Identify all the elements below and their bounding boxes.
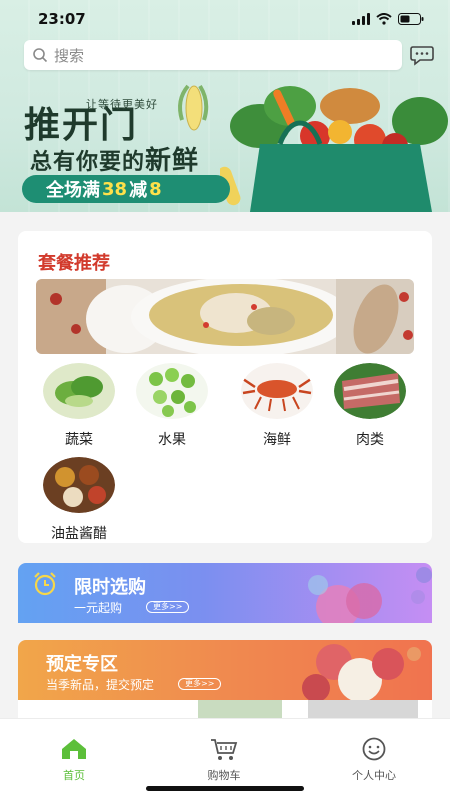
signal-icon xyxy=(352,13,370,25)
home-icon xyxy=(62,739,86,759)
category-label: 水果 xyxy=(158,432,186,448)
status-time: 23:07 xyxy=(38,10,86,28)
battery-icon xyxy=(398,13,424,25)
category-label: 蔬菜 xyxy=(65,432,93,448)
category-label: 海鲜 xyxy=(263,432,291,448)
preorder-more-button[interactable]: 更多>> xyxy=(178,678,222,690)
flash-sale-title: 限时选购 xyxy=(74,577,146,598)
category-seafood[interactable]: 海鲜 xyxy=(232,363,322,449)
preorder-subtitle: 当季新品，提交预定 xyxy=(46,678,155,692)
promo-threshold: 38 xyxy=(102,178,128,200)
combo-card: 套餐推荐 蔬菜 水果 海鲜 肉类 油盐酱醋 xyxy=(18,231,432,543)
alarm-clock-icon xyxy=(34,572,56,596)
search-input[interactable]: 搜索 xyxy=(54,45,84,66)
tab-home-label: 首页 xyxy=(63,769,85,782)
promo-mid: 减 xyxy=(129,180,148,201)
category-label: 油盐酱醋 xyxy=(51,526,107,542)
preorder-title: 预定专区 xyxy=(46,654,118,675)
status-icons xyxy=(352,13,424,25)
preorder-card[interactable]: 预定专区 当季新品，提交预定 更多>> xyxy=(18,640,432,700)
promo-prefix: 全场满 xyxy=(46,180,100,201)
home-indicator xyxy=(146,786,304,791)
wifi-icon xyxy=(376,13,392,25)
category-vegetable[interactable]: 蔬菜 xyxy=(34,363,124,449)
meat-image xyxy=(334,363,406,419)
corn-illustration xyxy=(178,84,209,131)
tab-cart-label: 购物车 xyxy=(207,769,241,782)
tab-home[interactable]: 首页 xyxy=(24,737,124,783)
hero-slogan-part2: 新鲜 xyxy=(145,146,200,176)
hero-slogan-line2: 总有你要的新鲜 xyxy=(30,140,199,177)
promo-discount: 8 xyxy=(149,178,162,200)
hero-slogan-part1: 总有你要的 xyxy=(30,150,146,175)
fruit-image xyxy=(136,363,208,419)
combo-banner-image[interactable] xyxy=(36,279,414,354)
message-icon[interactable] xyxy=(410,44,434,66)
category-meat[interactable]: 肉类 xyxy=(325,363,415,449)
lychee-decoration xyxy=(308,567,432,623)
flash-sale-card[interactable]: 限时选购 一元起购 更多>> xyxy=(18,563,432,623)
lychee-decoration xyxy=(302,644,421,700)
vegetable-image xyxy=(43,363,115,419)
seafood-image xyxy=(241,363,313,419)
status-bar: 23:07 xyxy=(0,0,450,38)
vegetables-illustration xyxy=(220,86,448,212)
promo-pill[interactable]: 全场满 38 减 8 xyxy=(22,175,230,203)
smiley-icon xyxy=(362,737,386,761)
cart-icon xyxy=(211,739,238,760)
thumb-left xyxy=(198,700,282,718)
tab-profile[interactable]: 个人中心 xyxy=(324,737,424,783)
category-fruit[interactable]: 水果 xyxy=(127,363,217,449)
flash-sale-more-button[interactable]: 更多>> xyxy=(146,601,190,613)
search-icon xyxy=(33,48,48,63)
content-continuation xyxy=(18,700,432,718)
hero-slogan-small: 让等待更美好 xyxy=(86,98,158,111)
flash-sale-subtitle: 一元起购 xyxy=(74,601,123,615)
thumb-right xyxy=(308,700,418,718)
category-condiment[interactable]: 油盐酱醋 xyxy=(34,457,124,543)
category-label: 肉类 xyxy=(356,432,384,448)
soup-image xyxy=(36,279,414,354)
condiment-image xyxy=(43,457,115,513)
tab-cart[interactable]: 购物车 xyxy=(174,737,274,783)
search-bar[interactable]: 搜索 xyxy=(24,40,402,70)
tab-profile-label: 个人中心 xyxy=(352,769,396,782)
combo-title: 套餐推荐 xyxy=(38,253,110,274)
